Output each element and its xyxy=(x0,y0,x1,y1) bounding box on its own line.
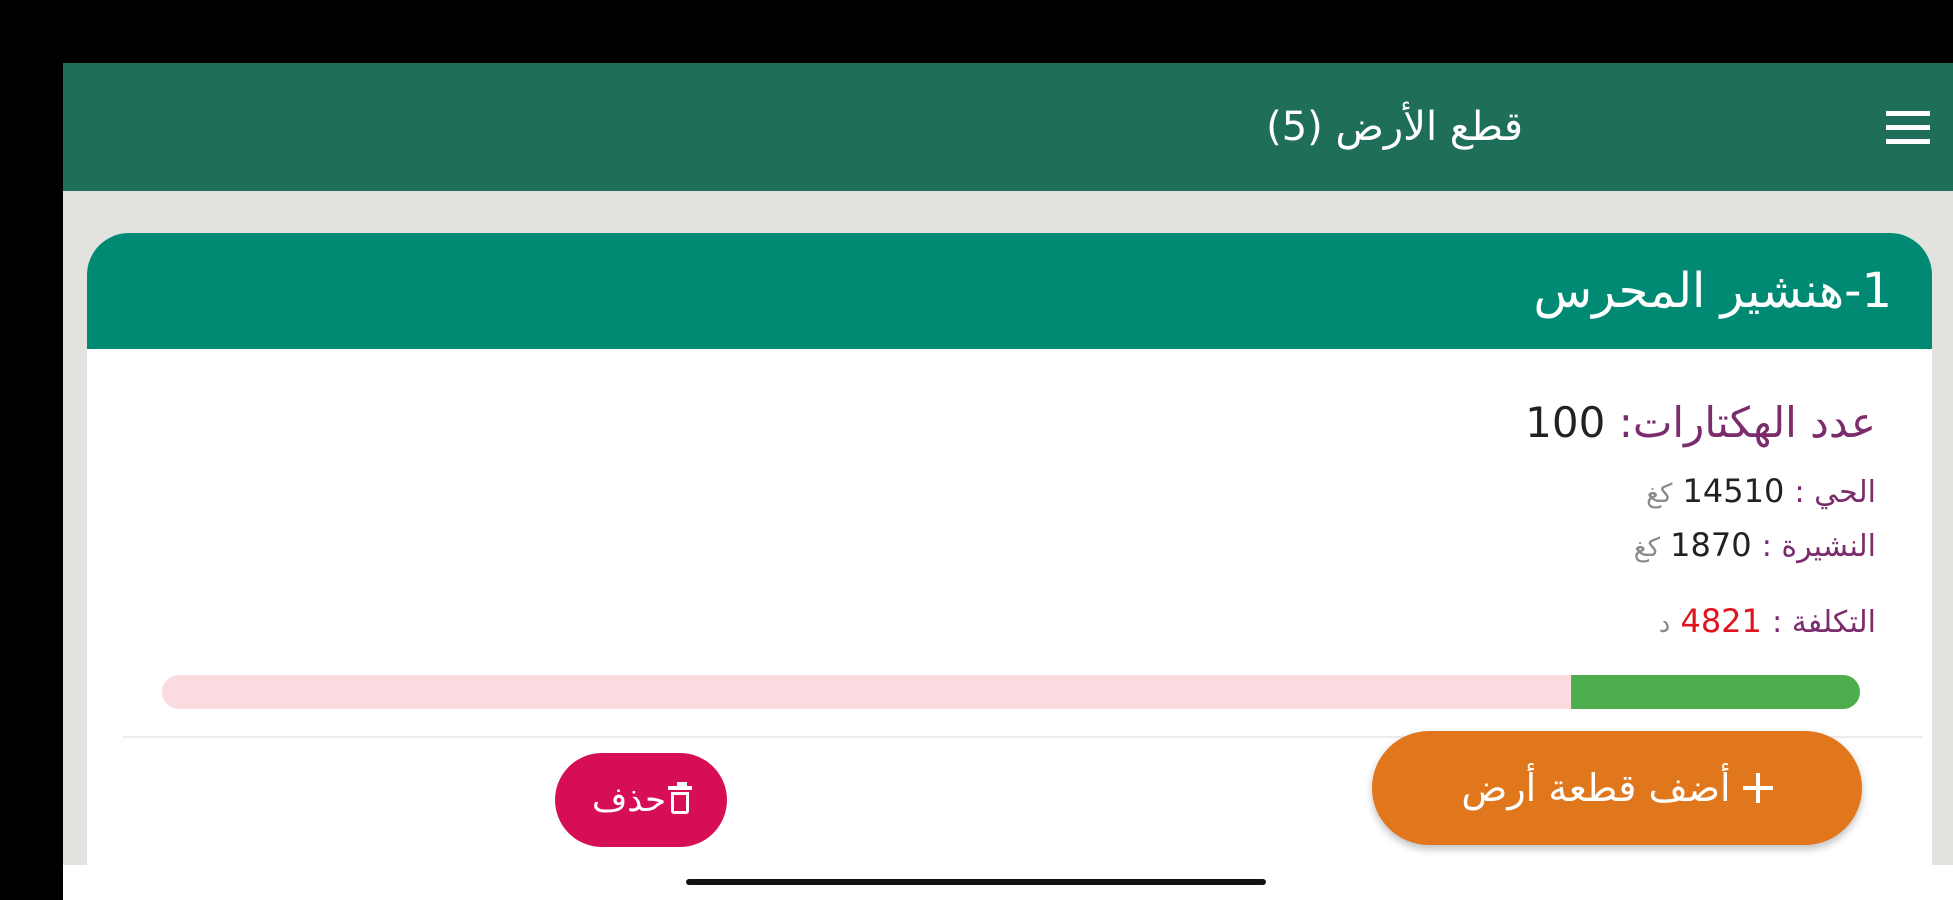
sprouts-weight-label: النشيرة : xyxy=(1761,529,1876,564)
alive-weight-value: 14510 xyxy=(1682,472,1785,510)
sprouts-weight-value: 1870 xyxy=(1670,526,1752,564)
cost-row: التكلفة : 4821 د xyxy=(1659,601,1876,644)
sprouts-weight-row: النشيرة : 1870 كغ xyxy=(1634,525,1876,568)
add-plot-button[interactable]: أضف قطعة أرض xyxy=(1372,731,1862,845)
app-bar: قطع الأرض (5) xyxy=(63,63,1953,191)
hectares-value: 100 xyxy=(1525,398,1606,447)
alive-weight-label: الحي : xyxy=(1794,475,1877,510)
alive-weight-row: الحي : 14510 كغ xyxy=(1646,471,1876,514)
delete-button[interactable]: حذف xyxy=(555,753,727,847)
sprouts-weight-unit: كغ xyxy=(1633,533,1660,563)
cost-unit: د xyxy=(1658,609,1671,639)
hamburger-menu-icon[interactable] xyxy=(1886,111,1930,145)
progress-bar-fill xyxy=(1571,675,1860,709)
plot-card-header: 1-هنشير المحرس xyxy=(87,233,1932,349)
progress-bar xyxy=(162,675,1860,709)
plot-title: 1-هنشير المحرس xyxy=(1533,263,1892,319)
cost-value: 4821 xyxy=(1680,602,1762,640)
plus-icon xyxy=(1742,773,1773,803)
home-indicator xyxy=(686,879,1266,885)
delete-button-label: حذف xyxy=(591,780,667,820)
add-plot-button-label: أضف قطعة أرض xyxy=(1461,766,1731,810)
page-title: قطع الأرض (5) xyxy=(1266,104,1523,150)
hectares-row: عدد الهكتارات: 100 xyxy=(1525,398,1876,448)
cost-label: التكلفة : xyxy=(1772,605,1876,640)
alive-weight-unit: كغ xyxy=(1646,479,1673,509)
trash-icon xyxy=(668,782,693,814)
hectares-label: عدد الهكتارات: xyxy=(1618,398,1876,447)
